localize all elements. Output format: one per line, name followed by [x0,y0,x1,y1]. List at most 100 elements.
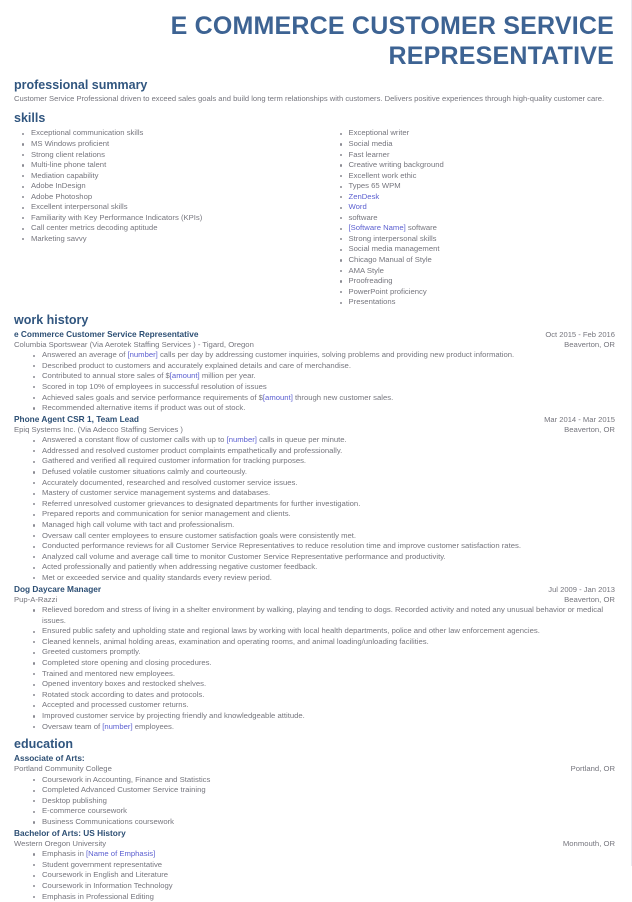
skills-columns: Exceptional communication skills MS Windo… [14,128,617,307]
list-item: Coursework in Information Technology [14,881,617,892]
list-item: Accurately documented, researched and re… [14,478,617,489]
skill-item: Strong interpersonal skills [332,234,618,245]
list-item: Achieved sales goals and service perform… [14,393,617,404]
list-item: Emphasis in [Name of Emphasis] [14,849,617,860]
placeholder-token: [Name of Emphasis] [86,849,156,859]
skill-item: AMA Style [332,266,618,277]
job-title: Phone Agent CSR 1, Team Lead [14,413,139,424]
skill-item: Creative writing background [332,160,618,171]
skill-item: MS Windows proficient [14,139,316,150]
skill-item: Fast learner [332,150,618,161]
job-title-row: Dog Daycare Manager Jul 2009 - Jan 2013 [14,584,617,595]
placeholder-token: [amount] [169,371,200,381]
education-entry: Associate of Arts: Portland Community Col… [14,753,617,827]
skill-item: ZenDesk [332,192,618,203]
list-item: Cleaned kennels, animal holding areas, e… [14,637,617,648]
job-location: Beaverton, OR [564,339,615,349]
list-item: Relieved boredom and stress of living in… [14,605,617,626]
skills-list-right: Exceptional writer Social media Fast learn… [332,128,618,307]
job-bullet-list: Answered a constant flow of customer cal… [14,435,617,583]
list-item: Gathered and verified all required custo… [14,456,617,467]
job-bullet-list: Answered an average of [number] calls pe… [14,350,617,414]
list-item: Trained and mentored new employees. [14,669,617,680]
list-item: Described product to customers and accur… [14,361,617,372]
skills-column-right: Exceptional writer Social media Fast learn… [316,128,618,307]
list-item: Scored in top 10% of employees in succes… [14,382,617,393]
education-degree: Associate of Arts: [14,753,85,764]
professional-summary-text: Customer Service Professional driven to … [14,94,605,103]
list-item: Emphasis in Professional Editing [14,892,617,902]
skill-item: Word [332,202,618,213]
placeholder-token: [number] [127,350,158,360]
skill-item: Familiarity with Key Performance Indicat… [14,213,316,224]
skill-item: Chicago Manual of Style [332,255,618,266]
skill-item: Adobe InDesign [14,181,316,192]
list-item: Completed store opening and closing proc… [14,658,617,669]
skill-item: Types 65 WPM [332,181,618,192]
work-history-entry: Phone Agent CSR 1, Team Lead Mar 2014 - M… [14,414,617,584]
section-heading-work-history: work history [14,312,89,327]
job-location: Beaverton, OR [564,424,615,434]
list-item: Student government representative [14,860,617,871]
list-item: Conducted performance reviews for all Cu… [14,541,617,552]
page-title: E COMMERCE CUSTOMER SERVICE REPRESENTATI… [170,12,614,70]
job-company-row: Epiq Systems Inc. (Via Adecco Staffing S… [14,425,617,436]
skill-item: Exceptional writer [332,128,618,139]
education-school-row: Portland Community College Portland, OR [14,764,617,775]
education-school: Western Oregon University [14,838,107,848]
skill-item: Adobe Photoshop [14,192,316,203]
education-degree: Bachelor of Arts: US History [14,827,126,838]
skill-item: Mediation capability [14,171,316,182]
placeholder-token: ZenDesk [348,191,380,201]
job-title-row: e Commerce Customer Service Representati… [14,329,617,340]
list-item: Defused volatile customer situations cal… [14,467,617,478]
skill-item: Proofreading [332,276,618,287]
list-item: E-commerce coursework [14,806,617,817]
job-company-row: Columbia Sportswear (Via Aerotek Staffin… [14,340,617,351]
list-item: Accepted and processed customer returns. [14,700,617,711]
list-item: Recommended alternative items if product… [14,403,617,414]
list-item: Ensured public safety and upholding stat… [14,626,617,637]
skill-item: Excellent work ethic [332,171,618,182]
education-bullet-list: Coursework in Accounting, Finance and St… [14,775,617,828]
job-company-row: Pup-A-Razzi Beaverton, OR [14,595,617,606]
list-item: Rotated stock according to dates and pro… [14,690,617,701]
job-dates: Jul 2009 - Jan 2013 [548,584,615,594]
list-item: Analyzed call volume and average call ti… [14,552,617,563]
skill-item: Excellent interpersonal skills [14,202,316,213]
job-bullet-list: Relieved boredom and stress of living in… [14,605,617,732]
education-list: Associate of Arts: Portland Community Col… [14,753,617,902]
list-item: Coursework in English and Literature [14,870,617,881]
list-item: Addressed and resolved customer product … [14,446,617,457]
education-entry: Bachelor of Arts: US History Western Oreg… [14,828,617,902]
job-company: Pup-A-Razzi [14,594,58,604]
skill-item: Presentations [332,297,618,308]
skill-item: Social media management [332,244,618,255]
resume-page: E COMMERCE CUSTOMER SERVICE REPRESENTATI… [0,0,632,901]
education-bullet-list: Emphasis in [Name of Emphasis] Student go… [14,849,617,902]
work-history-list: e Commerce Customer Service Representati… [14,329,617,733]
section-heading-skills: skills [14,111,46,126]
list-item: Oversaw team of [number] employees. [14,722,617,733]
section-heading-professional-summary: professional summary [14,78,148,92]
skill-item: PowerPoint proficiency [332,287,618,298]
job-company: Columbia Sportswear (Via Aerotek Staffin… [14,339,254,349]
job-title: Dog Daycare Manager [14,583,102,594]
education-school-row: Western Oregon University Monmouth, OR [14,839,617,850]
list-item: Business Communications coursework [14,817,617,828]
work-history-entry: e Commerce Customer Service Representati… [14,329,617,414]
list-item: Completed Advanced Customer Service trai… [14,785,617,796]
skills-list-left: Exceptional communication skills MS Windo… [14,128,316,244]
list-item: Met or exceeded service and quality stan… [14,573,617,584]
placeholder-token: [amount] [262,392,293,402]
list-item: Answered an average of [number] calls pe… [14,350,617,361]
education-school: Portland Community College [14,764,112,774]
list-item: Contributed to annual store sales of $[a… [14,371,617,382]
education-location: Portland, OR [570,764,615,774]
list-item: Mastery of customer service management s… [14,488,617,499]
list-item: Acted professionally and patiently when … [14,562,617,573]
job-company: Epiq Systems Inc. (Via Adecco Staffing S… [14,424,183,434]
work-history-entry: Dog Daycare Manager Jul 2009 - Jan 2013 Pu… [14,584,617,733]
list-item: Greeted customers promptly. [14,647,617,658]
list-item: Desktop publishing [14,796,617,807]
